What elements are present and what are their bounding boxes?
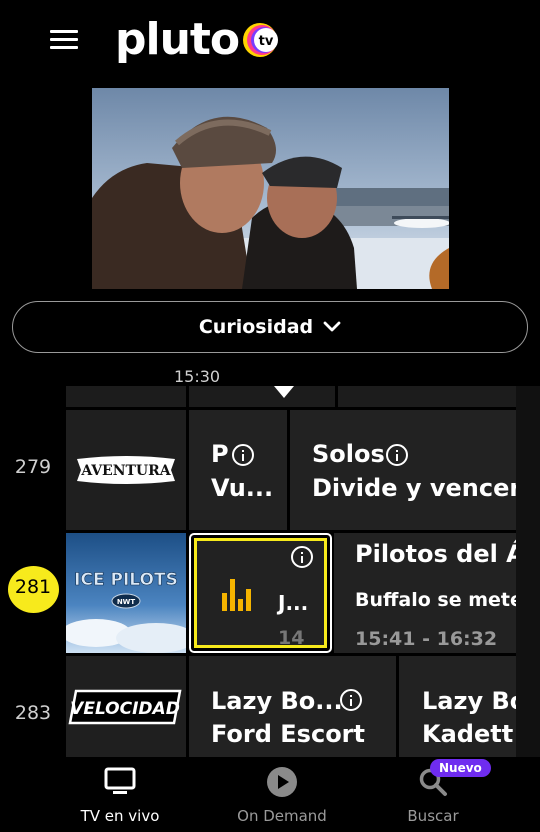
program-subtitle: Kadett [422, 720, 514, 748]
nav-on-demand[interactable]: On Demand [222, 767, 342, 825]
program-time: 14 [278, 627, 305, 649]
program-subtitle: Buffalo se mete en [355, 589, 516, 611]
play-circle-icon [267, 767, 297, 797]
program-subtitle: Ford Escort [211, 720, 365, 748]
guide-top-cell [189, 386, 335, 407]
channel-logo-ice-pilots[interactable]: ICE PILOTS NWT [66, 533, 186, 653]
program-time: 15:41 - 16:32 [355, 628, 498, 650]
nav-tv-en-vivo[interactable]: TV en vivo [60, 767, 180, 825]
info-icon[interactable] [386, 444, 408, 466]
program-cell[interactable]: Solos Divide y vencerás [290, 410, 516, 530]
logo-wordmark: pluto [115, 14, 240, 65]
now-playing-highlight: J... 14 [194, 538, 327, 649]
channel-logo-aventura[interactable]: AVENTURA [66, 410, 186, 530]
pluto-tv-logo: pluto tv [115, 14, 283, 66]
video-player[interactable] [92, 88, 449, 289]
program-cell[interactable]: Lazy Bo... Ford Escort [189, 656, 396, 757]
program-title: Pilotos del Ártico [355, 540, 516, 568]
program-cell[interactable]: Lazy Bo Kadett [399, 656, 516, 757]
guide-right-edge [516, 386, 540, 757]
channel-logo-velocidad[interactable]: VELOCIDAD [66, 656, 186, 757]
channel-name-text: ICE PILOTS [74, 570, 178, 590]
channel-number: 281 [14, 576, 52, 598]
channel-number: 279 [14, 456, 52, 478]
channel-name-text: VELOCIDAD [70, 699, 180, 719]
current-time-indicator [274, 386, 294, 398]
bottom-navigation: TV en vivo On Demand Buscar Nuevo [0, 757, 540, 832]
tv-icon [104, 767, 136, 794]
velocidad-logo-icon: VELOCIDAD [68, 689, 182, 724]
chevron-down-icon [323, 321, 341, 332]
program-cell[interactable]: Pilotos del Ártico Buffalo se mete en 15… [334, 533, 516, 653]
video-frame-image [92, 88, 449, 289]
info-icon[interactable] [291, 546, 313, 568]
new-badge: Nuevo [430, 759, 491, 777]
program-title: Lazy Bo [422, 687, 516, 715]
program-cell-focused[interactable]: J... 14 [189, 533, 332, 653]
program-subtitle: Vu... [211, 474, 274, 502]
program-title: J... [278, 591, 309, 615]
ice-pilots-logo-icon: ICE PILOTS NWT [66, 533, 186, 653]
guide-top-cell [66, 386, 186, 407]
category-dropdown[interactable]: Curiosidad [12, 301, 528, 353]
guide-top-cell [338, 386, 540, 407]
timeline-time-label: 15:30 [174, 367, 221, 386]
channel-name-text: AVENTURA [80, 463, 171, 479]
channel-badge-text: NWT [117, 598, 136, 606]
nav-label: TV en vivo [80, 807, 160, 825]
program-cell[interactable]: P Vu... [189, 410, 287, 530]
logo-badge-text: tv [259, 34, 274, 49]
category-label: Curiosidad [198, 316, 314, 338]
info-icon[interactable] [340, 689, 362, 711]
program-title: Solos [312, 440, 385, 468]
channel-number: 283 [14, 702, 52, 724]
program-subtitle: Divide y vencerás [312, 474, 516, 502]
info-icon[interactable] [232, 444, 254, 466]
now-playing-equalizer-icon [222, 579, 251, 611]
program-title: Lazy Bo... [211, 687, 343, 715]
hamburger-menu-icon[interactable] [50, 30, 78, 50]
nav-label: Buscar [407, 807, 459, 825]
nav-label: On Demand [237, 807, 327, 825]
aventura-logo-icon: AVENTURA [77, 456, 175, 484]
program-title: P [211, 440, 229, 468]
logo-badge-icon: tv [243, 23, 279, 57]
